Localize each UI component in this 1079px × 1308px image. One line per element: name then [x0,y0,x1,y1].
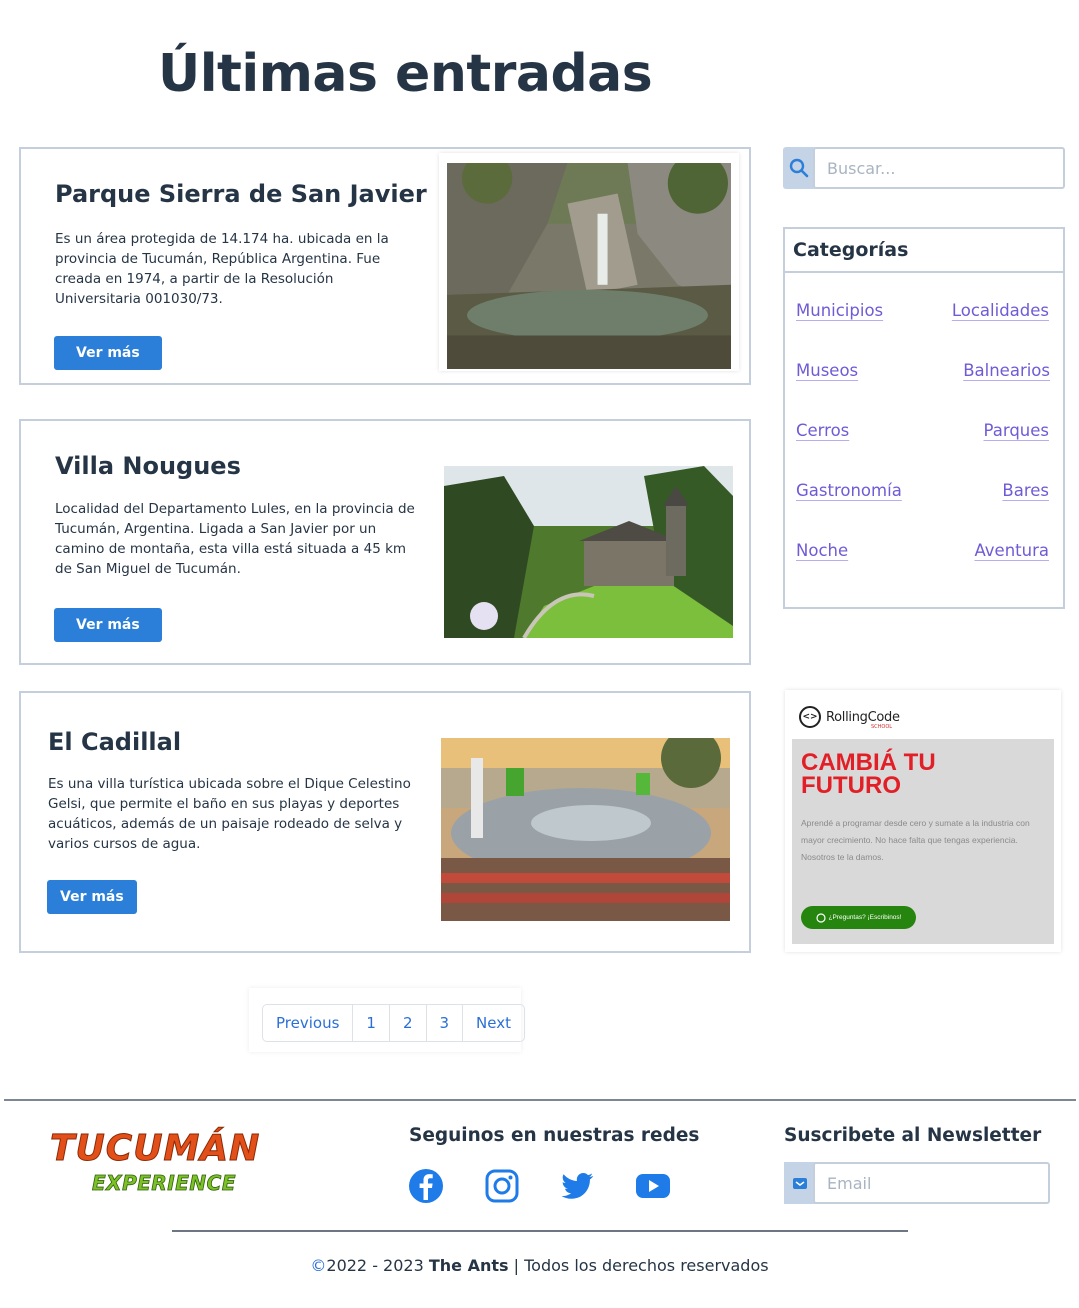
ad-logo-sub: SCHOOL [871,724,893,730]
pagination-page-3[interactable]: 3 [425,1005,463,1041]
code-brackets-icon: <> [799,706,821,728]
newsletter-form [784,1162,1050,1204]
ver-mas-button[interactable]: Ver más [54,336,162,370]
facebook-icon[interactable] [407,1167,445,1205]
post-image-san-javier[interactable] [439,153,739,371]
page-title: Últimas entradas [158,44,653,104]
copyright-years: 2022 - 2023 [326,1256,424,1275]
ad-body: CAMBIÁ TU FUTURO Aprendé a programar des… [792,739,1054,944]
ver-mas-button[interactable]: Ver más [47,880,137,914]
pagination-next[interactable]: Next [462,1005,524,1041]
copyright-owner: The Ants [428,1256,509,1275]
ad-text-body2: Nosotros te la damos. [801,852,884,862]
youtube-icon[interactable] [634,1167,672,1205]
whatsapp-button[interactable]: ¿Preguntas? ¡Escribinos! [801,906,916,929]
mail-icon [784,1162,816,1204]
ad-text-body: Aprendé a programar desde cero y sumate … [801,818,1030,845]
ver-mas-button[interactable]: Ver más [54,608,162,642]
instagram-icon[interactable] [483,1167,521,1205]
social-heading: Seguinos en nuestras redes [409,1125,700,1146]
category-link-gastronomia[interactable]: Gastronomía [796,481,902,500]
category-link-aventura[interactable]: Aventura [974,541,1049,560]
category-link-noche[interactable]: Noche [796,541,848,560]
categories-panel: Categorías Municipios Localidades Museos… [783,227,1065,609]
post-description: Es una villa turística ubicada sobre el … [48,776,411,852]
category-link-localidades[interactable]: Localidades [952,301,1049,320]
post-image-el-cadillal[interactable] [441,738,730,921]
category-link-bares[interactable]: Bares [1002,481,1049,500]
post-title: El Cadillal [48,728,182,756]
footer-divider-bottom [172,1230,908,1232]
ad-logo-text: RollingCode [826,709,900,725]
post-image-villa-nougues[interactable] [444,466,733,638]
pagination-page-2[interactable]: 2 [388,1005,426,1041]
ad-text: Aprendé a programar desde cero y sumate … [801,815,1051,866]
footer-divider [4,1099,1076,1101]
post-card: Villa Nougues Localidad del Departamento… [19,419,751,665]
category-link-museos[interactable]: Museos [796,361,858,380]
category-link-parques[interactable]: Parques [984,421,1050,440]
copyright-icon: © [310,1256,327,1275]
search-input[interactable] [813,147,1065,189]
tucuman-logo[interactable]: TUCUMÁN [49,1128,260,1170]
ad-headline: CAMBIÁ TU FUTURO [801,749,936,799]
post-title: Villa Nougues [55,452,241,480]
pagination-wrap: Previous 1 2 3 Next [249,988,525,1052]
newsletter-email-input[interactable] [813,1162,1050,1204]
categories-title: Categorías [785,229,1063,273]
rollingcode-ad[interactable]: <> RollingCode SCHOOL CAMBIÁ TU FUTURO A… [785,690,1061,952]
whatsapp-button-label: ¿Preguntas? ¡Escribinos! [828,914,902,921]
category-link-cerros[interactable]: Cerros [796,421,849,440]
pagination-previous[interactable]: Previous [263,1005,352,1041]
search-icon[interactable] [783,147,815,189]
copyright: ©2022 - 2023 The Ants | Todos los derech… [0,1256,1079,1275]
pagination-page-1[interactable]: 1 [352,1005,389,1041]
whatsapp-icon [815,912,826,923]
post-title: Parque Sierra de San Javier [55,180,427,208]
post-card: El Cadillal Es una villa turística ubica… [19,691,751,953]
tucuman-logo-sub: EXPERIENCE [92,1171,236,1196]
category-link-balnearios[interactable]: Balnearios [963,361,1050,380]
twitter-icon[interactable] [558,1167,596,1205]
post-description: Localidad del Departamento Lules, en la … [55,501,415,577]
pagination: Previous 1 2 3 Next [262,1004,525,1042]
post-card: Parque Sierra de San Javier Es un área p… [19,147,751,385]
post-description: Es un área protegida de 14.174 ha. ubica… [55,231,389,307]
category-link-municipios[interactable]: Municipios [796,301,883,320]
copyright-rest: | Todos los derechos reservados [513,1256,769,1275]
newsletter-heading: Suscribete al Newsletter [784,1125,1042,1146]
search-box [783,147,1065,189]
